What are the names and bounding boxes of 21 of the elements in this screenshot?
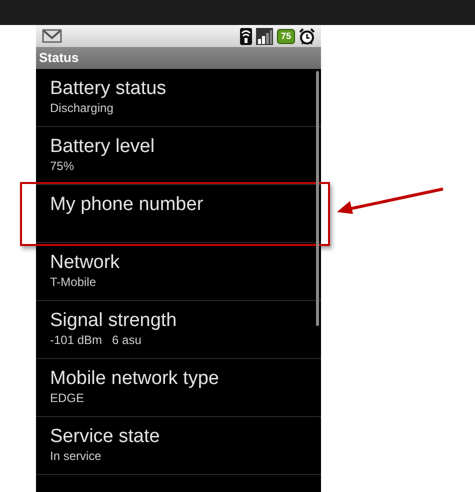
row-title: Network <box>50 252 120 274</box>
row-title: My phone number <box>50 194 204 216</box>
row-summary: In service <box>50 448 102 464</box>
row-summary: -101 dBm 6 asu <box>50 332 142 348</box>
settings-row[interactable]: Service state In service <box>36 417 321 475</box>
alarm-clock-icon <box>299 28 315 44</box>
row-summary: 75% <box>50 158 74 174</box>
settings-row[interactable]: Mobile network type EDGE <box>36 359 321 417</box>
screen-title: Status <box>39 49 79 68</box>
row-title: Mobile network type <box>50 368 219 390</box>
row-summary: T-Mobile <box>50 274 96 290</box>
signal-icon <box>256 28 273 44</box>
battery-level: 75 <box>276 28 295 44</box>
row-title: Signal strength <box>50 310 177 332</box>
row-title: Battery level <box>50 136 155 158</box>
row-title: Service state <box>50 426 160 448</box>
row-title: Battery status <box>50 78 166 100</box>
row-summary: Discharging <box>50 100 114 116</box>
envelope-icon <box>42 29 62 43</box>
row-summary: EDGE <box>50 390 84 406</box>
wifi-icon <box>240 28 252 44</box>
